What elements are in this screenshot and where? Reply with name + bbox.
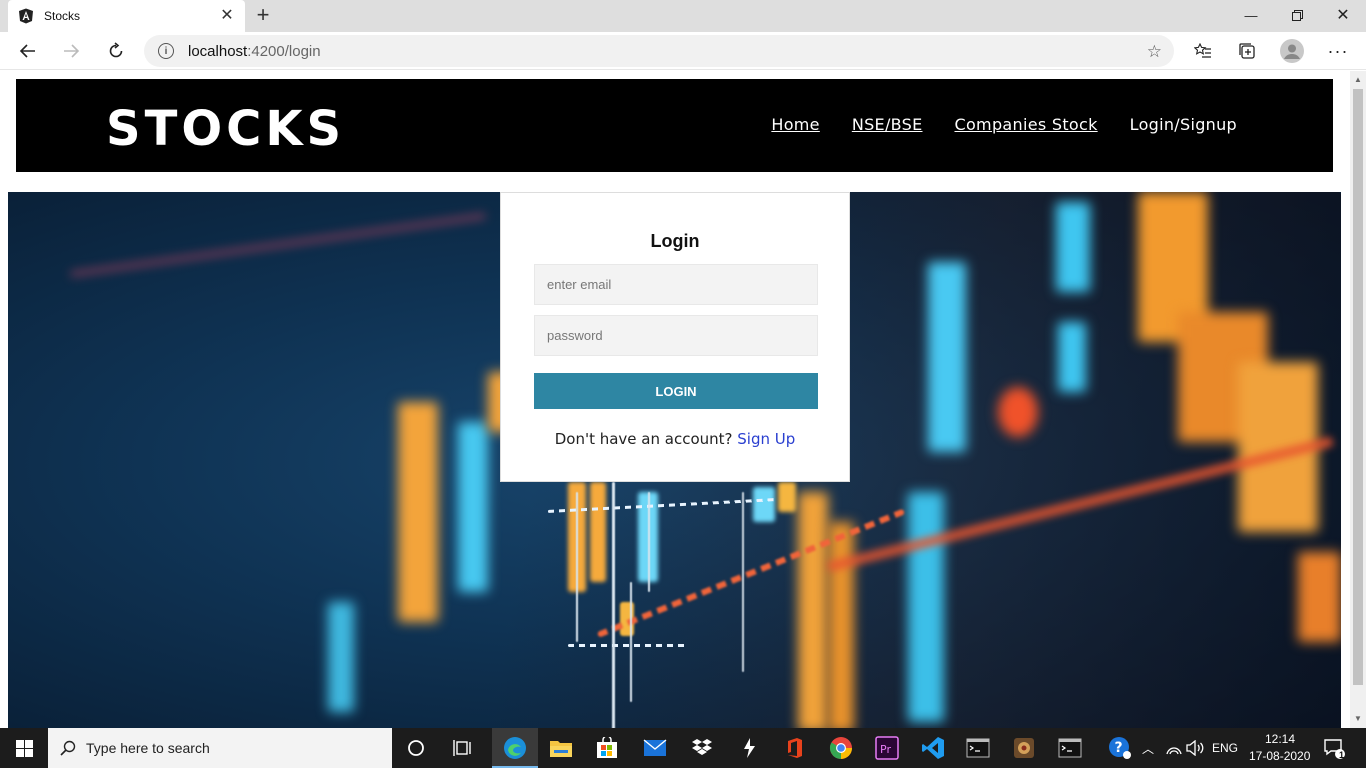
svg-text:Pr: Pr bbox=[880, 743, 891, 756]
tab-title: Stocks bbox=[44, 9, 81, 23]
forward-icon[interactable] bbox=[56, 36, 86, 66]
nav-companies-stock-link[interactable]: Companies Stock bbox=[955, 115, 1098, 134]
signup-prompt-text: Don't have an account? bbox=[554, 430, 733, 448]
search-icon bbox=[60, 740, 76, 756]
speaker-icon[interactable] bbox=[1181, 734, 1209, 762]
nav-nse-bse-link[interactable]: NSE/BSE bbox=[852, 115, 923, 134]
site-header: STOCKS Home NSE/BSE Companies Stock Logi… bbox=[16, 79, 1333, 172]
notification-count: 1 bbox=[1339, 750, 1345, 760]
nav-login-signup-link[interactable]: Login/Signup bbox=[1130, 115, 1237, 134]
help-icon[interactable]: ? bbox=[1106, 734, 1134, 762]
taskbar-search-box[interactable]: Type here to search bbox=[48, 728, 392, 768]
password-field[interactable] bbox=[534, 315, 818, 356]
collections-icon[interactable] bbox=[1235, 39, 1259, 63]
nav-home-link[interactable]: Home bbox=[771, 115, 819, 134]
language-indicator[interactable]: ENG bbox=[1212, 741, 1238, 755]
page-scrollbar[interactable]: ▲ ▼ bbox=[1350, 71, 1366, 728]
browser-tab-bar: Stocks ✕ + — ✕ bbox=[0, 0, 1366, 32]
app-lightning-icon[interactable] bbox=[735, 734, 763, 762]
file-explorer-icon[interactable] bbox=[547, 734, 575, 762]
restore-icon[interactable] bbox=[1274, 0, 1320, 30]
search-placeholder: Type here to search bbox=[86, 740, 210, 756]
terminal-2-icon[interactable] bbox=[1056, 734, 1084, 762]
url-field[interactable]: i localhost:4200/login ☆ bbox=[144, 35, 1174, 67]
clock-time[interactable]: 12:14 bbox=[1265, 732, 1295, 746]
favorite-star-icon[interactable]: ☆ bbox=[1147, 42, 1162, 62]
close-window-icon[interactable]: ✕ bbox=[1320, 0, 1366, 30]
refresh-icon[interactable] bbox=[101, 36, 131, 66]
clock-date[interactable]: 17-08-2020 bbox=[1249, 749, 1310, 763]
info-icon[interactable]: i bbox=[158, 43, 174, 59]
signup-link[interactable]: Sign Up bbox=[737, 430, 795, 448]
notification-center-icon[interactable]: 1 bbox=[1320, 734, 1348, 762]
profile-avatar-icon[interactable] bbox=[1280, 39, 1304, 63]
scroll-up-icon[interactable]: ▲ bbox=[1354, 75, 1362, 84]
mail-icon[interactable] bbox=[641, 734, 669, 762]
terminal-icon[interactable] bbox=[964, 734, 992, 762]
minimize-icon[interactable]: — bbox=[1228, 0, 1274, 30]
login-card: Login LOGIN Don't have an account? Sign … bbox=[500, 192, 850, 482]
scroll-down-icon[interactable]: ▼ bbox=[1354, 714, 1362, 723]
login-button[interactable]: LOGIN bbox=[534, 373, 818, 409]
edge-browser-icon[interactable] bbox=[501, 734, 529, 762]
back-icon[interactable] bbox=[13, 36, 43, 66]
signup-prompt: Don't have an account? Sign Up bbox=[501, 430, 849, 448]
microsoft-store-icon[interactable] bbox=[593, 734, 621, 762]
web-page: STOCKS Home NSE/BSE Companies Stock Logi… bbox=[0, 71, 1350, 728]
svg-text:?: ? bbox=[1115, 740, 1123, 756]
close-tab-icon[interactable]: ✕ bbox=[219, 8, 235, 24]
chrome-icon[interactable] bbox=[827, 734, 855, 762]
email-field[interactable] bbox=[534, 264, 818, 305]
office-icon[interactable] bbox=[781, 734, 809, 762]
browser-tab[interactable]: Stocks ✕ bbox=[8, 0, 245, 32]
windows-start-icon[interactable] bbox=[0, 728, 48, 768]
game-app-icon[interactable] bbox=[1010, 734, 1038, 762]
site-nav: Home NSE/BSE Companies Stock Login/Signu… bbox=[771, 115, 1237, 134]
angular-icon bbox=[19, 8, 33, 24]
login-title: Login bbox=[650, 231, 700, 251]
favorites-icon[interactable] bbox=[1191, 39, 1215, 63]
address-bar-row: i localhost:4200/login ☆ ··· bbox=[0, 32, 1366, 70]
new-tab-icon[interactable]: + bbox=[252, 4, 274, 26]
task-view-icon[interactable] bbox=[449, 734, 477, 762]
cortana-icon[interactable] bbox=[402, 734, 430, 762]
dropbox-icon[interactable] bbox=[688, 734, 716, 762]
site-logo[interactable]: STOCKS bbox=[106, 101, 345, 157]
vscode-icon[interactable] bbox=[919, 734, 947, 762]
scroll-thumb[interactable] bbox=[1353, 89, 1363, 685]
windows-taskbar: Type here to search Pr ? ︿ ENG 12:14 17-… bbox=[0, 728, 1366, 768]
url-text: localhost:4200/login bbox=[188, 42, 321, 60]
chevron-up-icon[interactable]: ︿ bbox=[1134, 734, 1162, 762]
premiere-pro-icon[interactable]: Pr bbox=[873, 734, 901, 762]
more-options-icon[interactable]: ··· bbox=[1326, 39, 1350, 63]
